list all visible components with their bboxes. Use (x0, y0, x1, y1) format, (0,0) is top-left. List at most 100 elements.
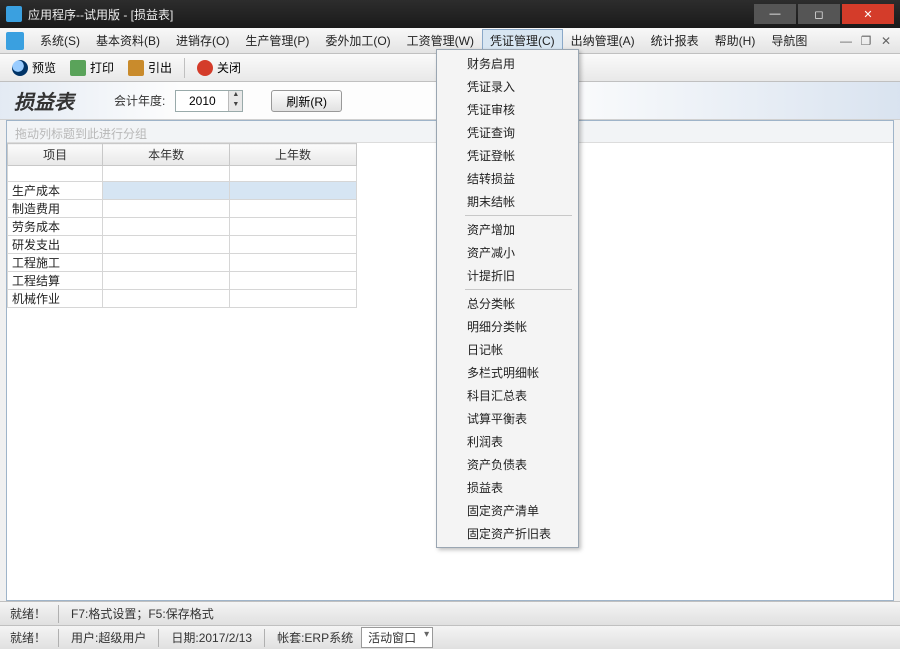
status-separator (158, 629, 159, 647)
dropdown-item[interactable]: 固定资产清单 (439, 499, 576, 522)
dropdown-item[interactable]: 结转损益 (439, 167, 576, 190)
dropdown-item[interactable]: 资产减小 (439, 241, 576, 264)
dropdown-item[interactable]: 凭证登帐 (439, 144, 576, 167)
dropdown-item[interactable]: 资产负债表 (439, 453, 576, 476)
refresh-button[interactable]: 刷新(R) (271, 90, 342, 112)
dropdown-item[interactable]: 科目汇总表 (439, 384, 576, 407)
dropdown-item[interactable]: 财务启用 (439, 52, 576, 75)
grid-cell[interactable]: 工程结算 (8, 272, 103, 290)
menu-item[interactable]: 基本资料(B) (88, 29, 168, 52)
dropdown-item[interactable]: 资产增加 (439, 218, 576, 241)
dropdown-item[interactable]: 明细分类帐 (439, 315, 576, 338)
dropdown-separator (465, 215, 572, 216)
grid-cell[interactable] (230, 166, 357, 182)
grid-cell[interactable] (230, 200, 357, 218)
status-separator (58, 605, 59, 623)
grid-cell[interactable] (230, 254, 357, 272)
grid-cell[interactable] (103, 218, 230, 236)
spin-up-icon[interactable]: ▲ (228, 91, 242, 101)
dropdown-item[interactable]: 凭证审核 (439, 98, 576, 121)
close-window-button[interactable]: ✕ (842, 4, 894, 24)
menu-item[interactable]: 系统(S) (32, 29, 88, 52)
close-button[interactable]: 关闭 (191, 57, 247, 78)
grid-cell[interactable] (103, 200, 230, 218)
mdi-minimize-button[interactable]: — (838, 33, 854, 49)
close-label: 关闭 (217, 59, 241, 76)
titlebar: 应用程序--试用版 - [损益表] — ◻ ✕ (0, 0, 900, 28)
window-title: 应用程序--试用版 - [损益表] (28, 6, 754, 23)
status-ready-2: 就绪！ (10, 629, 46, 646)
dropdown-item[interactable]: 期末结帐 (439, 190, 576, 213)
grid-cell[interactable] (103, 290, 230, 308)
preview-button[interactable]: 预览 (6, 57, 62, 78)
menubar-logo-icon (6, 32, 24, 50)
page-title: 损益表 (14, 86, 74, 115)
column-header[interactable]: 项目 (8, 144, 103, 166)
grid-cell[interactable] (230, 218, 357, 236)
grid-cell[interactable] (103, 166, 230, 182)
statusbar-inner: 就绪！ F7:格式设置；F5:保存格式 (0, 601, 900, 625)
export-label: 引出 (148, 59, 172, 76)
menu-item[interactable]: 委外加工(O) (317, 29, 398, 52)
grid-cell[interactable] (103, 272, 230, 290)
year-spinner[interactable]: ▲▼ (175, 90, 243, 112)
preview-icon (12, 60, 28, 76)
grid-cell[interactable]: 制造费用 (8, 200, 103, 218)
table-row[interactable]: 工程结算 (8, 272, 357, 290)
dropdown-item[interactable]: 凭证录入 (439, 75, 576, 98)
dropdown-item[interactable]: 利润表 (439, 430, 576, 453)
grid-cell[interactable] (230, 182, 357, 200)
table-row[interactable]: 研发支出 (8, 236, 357, 254)
menu-item[interactable]: 进销存(O) (168, 29, 237, 52)
print-button[interactable]: 打印 (64, 57, 120, 78)
table-row[interactable]: 生产成本 (8, 182, 357, 200)
year-label: 会计年度: (114, 92, 165, 109)
maximize-button[interactable]: ◻ (798, 4, 840, 24)
statusbar-outer: 就绪！ 用户:超级用户 日期:2017/2/13 帐套:ERP系统 活动窗口 (0, 625, 900, 649)
minimize-button[interactable]: — (754, 4, 796, 24)
mdi-close-button[interactable]: ✕ (878, 33, 894, 49)
mdi-restore-button[interactable]: ❐ (858, 33, 874, 49)
table-row[interactable]: 机械作业 (8, 290, 357, 308)
menu-item[interactable]: 生产管理(P) (237, 29, 317, 52)
menu-item[interactable]: 统计报表 (643, 29, 707, 52)
dropdown-item[interactable]: 多栏式明细帐 (439, 361, 576, 384)
grid-cell[interactable] (103, 182, 230, 200)
grid-cell[interactable]: 劳务成本 (8, 218, 103, 236)
menu-item[interactable]: 导航图 (763, 29, 815, 52)
spin-down-icon[interactable]: ▼ (228, 101, 242, 111)
grid-cell[interactable] (230, 290, 357, 308)
year-input[interactable] (176, 91, 228, 111)
grid-cell[interactable]: 研发支出 (8, 236, 103, 254)
table-row[interactable]: 劳务成本 (8, 218, 357, 236)
window-buttons: — ◻ ✕ (754, 4, 894, 24)
dropdown-item[interactable]: 损益表 (439, 476, 576, 499)
status-user: 用户:超级用户 (71, 629, 146, 646)
dropdown-item[interactable]: 试算平衡表 (439, 407, 576, 430)
grid-cell[interactable] (103, 254, 230, 272)
mdi-buttons: — ❐ ✕ (838, 33, 894, 49)
export-button[interactable]: 引出 (122, 57, 178, 78)
column-header[interactable]: 本年数 (103, 144, 230, 166)
menu-item[interactable]: 帮助(H) (707, 29, 764, 52)
table-row[interactable]: 工程施工 (8, 254, 357, 272)
table-row[interactable]: 制造费用 (8, 200, 357, 218)
status-ready: 就绪！ (10, 605, 46, 622)
column-header[interactable]: 上年数 (230, 144, 357, 166)
grid-cell[interactable]: 机械作业 (8, 290, 103, 308)
dropdown-item[interactable]: 凭证查询 (439, 121, 576, 144)
grid-cell[interactable]: 生产成本 (8, 182, 103, 200)
grid-cell[interactable] (230, 272, 357, 290)
grid-cell[interactable]: 工程施工 (8, 254, 103, 272)
status-hint: F7:格式设置；F5:保存格式 (71, 605, 214, 622)
print-icon (70, 60, 86, 76)
grid-cell[interactable] (230, 236, 357, 254)
dropdown-item[interactable]: 日记帐 (439, 338, 576, 361)
grid-cell[interactable] (8, 166, 103, 182)
dropdown-item[interactable]: 总分类帐 (439, 292, 576, 315)
dropdown-item[interactable]: 固定资产折旧表 (439, 522, 576, 545)
dropdown-item[interactable]: 计提折旧 (439, 264, 576, 287)
grid-cell[interactable] (103, 236, 230, 254)
preview-label: 预览 (32, 59, 56, 76)
active-window-combo[interactable]: 活动窗口 (361, 627, 433, 648)
